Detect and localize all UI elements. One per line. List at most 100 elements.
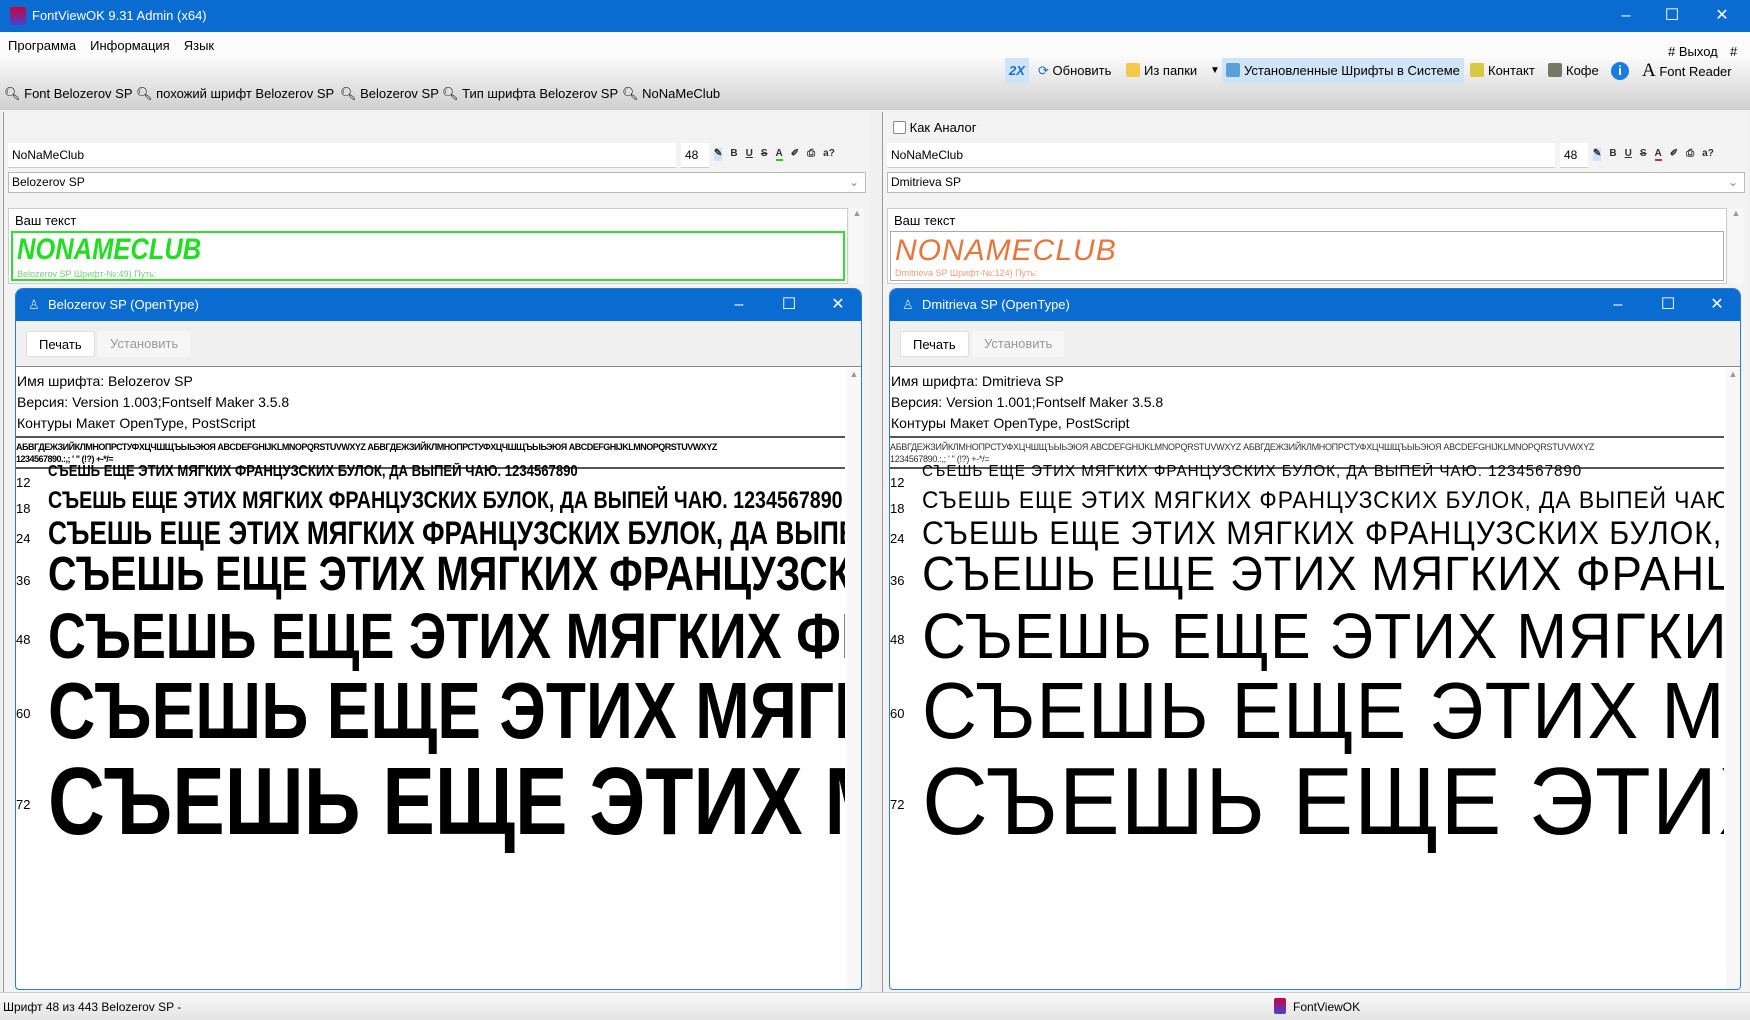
font-icon: ♙ bbox=[28, 297, 40, 312]
font-dialog-right: ♙ Dmitrieva SP (OpenType) – ☐ ✕ Печать У… bbox=[889, 288, 1741, 990]
hint-button[interactable]: a? bbox=[823, 148, 835, 161]
contact-label: Контакт bbox=[1488, 63, 1535, 78]
installed-fonts-label: Установленные Шрифты в Системе bbox=[1244, 63, 1460, 78]
preview-box: Ваш текст NONAMECLUB Dmitrieva SP Шрифт-… bbox=[887, 208, 1727, 284]
dialog-close-button[interactable]: ✕ bbox=[815, 289, 861, 321]
coffee-label: Кофе bbox=[1566, 63, 1599, 78]
sample-text: СЪЕШЬ ЕЩЕ ЭТИХ МЯГКИХ ФРАНЦУЗСКИХ БУЛОК,… bbox=[922, 748, 1724, 855]
text-input[interactable]: NoNaMeClub bbox=[8, 143, 676, 168]
menu-program[interactable]: Программа bbox=[0, 32, 82, 53]
font-icon: ♙ bbox=[902, 297, 914, 312]
dialog-scrollbar[interactable]: ▲ bbox=[1726, 369, 1740, 989]
sample-text: СЪЕШЬ ЕЩЕ ЭТИХ МЯГКИХ ФРАНЦУЗСКИХ БУЛОК,… bbox=[922, 600, 1724, 672]
bold-button[interactable]: B bbox=[1609, 148, 1616, 161]
sample-row: 18 СЪЕШЬ ЕЩЕ ЭТИХ МЯГКИХ ФРАНЦУЗСКИХ БУЛО… bbox=[890, 487, 1724, 516]
minimize-button[interactable]: – bbox=[1603, 0, 1649, 32]
size-input[interactable]: 48 bbox=[681, 143, 709, 168]
size-input[interactable]: 48 bbox=[1560, 143, 1588, 168]
font-reader-button[interactable]: A Font Reader bbox=[1638, 58, 1736, 84]
dialog-minimize-button[interactable]: – bbox=[1595, 289, 1641, 321]
menu-language[interactable]: Язык bbox=[176, 32, 220, 53]
install-button[interactable]: Установить bbox=[972, 331, 1065, 357]
font-reader-icon: A bbox=[1642, 60, 1656, 81]
left-panel: NoNaMeClub 48 ✎ B U S A ✐ ⎙ a? Belozerov SP ⌄ Ва… bbox=[3, 112, 869, 992]
coffee-button[interactable]: Кофе bbox=[1544, 58, 1603, 84]
dialog-button-row: Печать Установить bbox=[16, 321, 861, 367]
maximize-button[interactable]: ☐ bbox=[1649, 0, 1695, 32]
sample-rows: 12 СЪЕШЬ ЕЩЕ ЭТИХ МЯГКИХ ФРАНЦУЗСКИХ БУЛО… bbox=[16, 463, 845, 989]
install-button[interactable]: Установить bbox=[98, 331, 191, 357]
sample-text: СЪЕШЬ ЕЩЕ ЭТИХ МЯГКИХ ФРАНЦУЗСКИХ БУЛОК,… bbox=[922, 548, 1724, 601]
as-analog-label: Как Аналог bbox=[909, 120, 977, 135]
sample-size-label: 24 bbox=[890, 531, 905, 546]
chevron-down-icon: ⌄ bbox=[848, 175, 859, 189]
sample-row: 72 СЪЕШЬ ЕЩЕ ЭТИХ МЯГКИХ ФРАНЦУЗСКИХ БУЛО… bbox=[890, 747, 1724, 855]
preview-text: NONAMECLUB bbox=[17, 233, 202, 266]
window-title: FontViewOK 9.31 Admin (x64) bbox=[32, 8, 207, 23]
highlight-icon[interactable]: ✐ bbox=[1670, 148, 1678, 161]
menu-info[interactable]: Информация bbox=[82, 32, 176, 53]
font-dialog-left: ♙ Belozerov SP (OpenType) – ☐ ✕ Печать У… bbox=[15, 288, 862, 990]
close-button[interactable]: ✕ bbox=[1699, 0, 1745, 32]
sample-size-label: 60 bbox=[16, 706, 31, 721]
dialog-minimize-button[interactable]: – bbox=[716, 289, 762, 321]
underline-button[interactable]: U bbox=[1625, 148, 1632, 161]
hint-button[interactable]: a? bbox=[1702, 148, 1714, 161]
bold-button[interactable]: B bbox=[730, 148, 737, 161]
preview-label: Ваш текст bbox=[15, 213, 77, 228]
pen-icon[interactable]: ✎ bbox=[714, 148, 723, 161]
chevron-down-icon: ⌄ bbox=[1727, 175, 1738, 189]
refresh-label: Обновить bbox=[1052, 63, 1112, 78]
sample-row: 60 СЪЕШЬ ЕЩЕ ЭТИХ МЯГКИХ ФРАНЦУЗСКИХ БУЛО… bbox=[16, 665, 845, 755]
2x-button[interactable]: 2X bbox=[1005, 58, 1029, 84]
as-analog-checkbox[interactable]: Как Аналог bbox=[893, 120, 977, 135]
pen-icon[interactable]: ✎ bbox=[1593, 148, 1602, 161]
text-color-icon[interactable]: A bbox=[1654, 148, 1662, 161]
font-select[interactable]: Belozerov SP ⌄ bbox=[8, 172, 866, 193]
print-icon[interactable]: ⎙ bbox=[807, 148, 815, 161]
bookmark-font[interactable]: 🔍︎ Font Belozerov SP bbox=[4, 86, 133, 102]
info-button[interactable]: i bbox=[1611, 62, 1629, 80]
installed-fonts-button[interactable]: Установленные Шрифты в Системе bbox=[1222, 58, 1464, 84]
from-folder-label: Из папки bbox=[1144, 63, 1198, 78]
dialog-maximize-button[interactable]: ☐ bbox=[766, 289, 812, 321]
bookmark-label: Тип шрифта Belozerov SP bbox=[462, 86, 619, 101]
bookmark-type[interactable]: 🔍︎ Тип шрифта Belozerov SP bbox=[442, 86, 618, 102]
highlight-icon[interactable]: ✐ bbox=[791, 148, 799, 161]
font-select[interactable]: Dmitrieva SP ⌄ bbox=[887, 172, 1745, 193]
strike-button[interactable]: S bbox=[761, 148, 768, 161]
sample-text: СЪЕШЬ ЕЩЕ ЭТИХ МЯГКИХ ФРАНЦУЗСКИХ БУЛОК,… bbox=[922, 666, 1724, 755]
sample-size-label: 36 bbox=[16, 573, 31, 588]
sample-text: СЪЕШЬ ЕЩЕ ЭТИХ МЯГКИХ ФРАНЦУЗСКИХ БУЛОК,… bbox=[48, 666, 845, 755]
sample-row: 72 СЪЕШЬ ЕЩЕ ЭТИХ МЯГКИХ ФРАНЦУЗСКИХ БУЛО… bbox=[16, 747, 845, 855]
sample-row: 12 СЪЕШЬ ЕЩЕ ЭТИХ МЯГКИХ ФРАНЦУЗСКИХ БУЛО… bbox=[16, 463, 845, 490]
preview-caption: Belozerov SP Шрифт-№:49) Путь: bbox=[17, 269, 157, 279]
bookmark-nonameclub[interactable]: 🔍︎ NoNaMeClub bbox=[622, 86, 720, 102]
from-folder-button[interactable]: Из папки bbox=[1122, 58, 1201, 84]
sample-row: 36 СЪЕШЬ ЕЩЕ ЭТИХ МЯГКИХ ФРАНЦУЗСКИХ БУЛО… bbox=[16, 547, 845, 601]
app-icon bbox=[1274, 998, 1286, 1014]
text-input[interactable]: NoNaMeClub bbox=[887, 143, 1555, 168]
sample-row: 24 СЪЕШЬ ЕЩЕ ЭТИХ МЯГКИХ ФРАНЦУЗСКИХ БУЛО… bbox=[16, 515, 845, 551]
dialog-title-bar: ♙ Dmitrieva SP (OpenType) – ☐ ✕ bbox=[890, 289, 1740, 321]
text-color-icon[interactable]: A bbox=[775, 148, 783, 161]
refresh-button[interactable]: ⟳ Обновить bbox=[1034, 58, 1115, 84]
print-button[interactable]: Печать bbox=[900, 331, 969, 357]
preview-scrollbar[interactable]: ▲ bbox=[850, 208, 864, 284]
bookmark-similar[interactable]: 🔍︎ похожий шрифт Belozerov SP bbox=[136, 86, 334, 102]
bookmark-belozerov[interactable]: 🔍︎ Belozerov SP bbox=[340, 86, 439, 102]
strike-button[interactable]: S bbox=[1640, 148, 1647, 161]
dialog-scrollbar[interactable]: ▲ bbox=[847, 369, 861, 989]
underline-button[interactable]: U bbox=[746, 148, 753, 161]
exit-link[interactable]: # Выход bbox=[1660, 38, 1724, 59]
print-icon[interactable]: ⎙ bbox=[1686, 148, 1694, 161]
sample-size-label: 18 bbox=[890, 501, 905, 516]
sample-text: СЪЕШЬ ЕЩЕ ЭТИХ МЯГКИХ ФРАНЦУЗСКИХ БУЛОК,… bbox=[48, 548, 845, 601]
preview-scrollbar[interactable]: ▲ bbox=[1729, 208, 1743, 284]
contact-icon bbox=[1470, 63, 1484, 77]
dialog-maximize-button[interactable]: ☐ bbox=[1645, 289, 1691, 321]
sample-text: СЪЕШЬ ЕЩЕ ЭТИХ МЯГКИХ ФРАНЦУЗСКИХ БУЛОК,… bbox=[48, 487, 843, 514]
dialog-close-button[interactable]: ✕ bbox=[1694, 289, 1740, 321]
contact-button[interactable]: Контакт bbox=[1466, 58, 1539, 84]
print-button[interactable]: Печать bbox=[26, 331, 95, 357]
